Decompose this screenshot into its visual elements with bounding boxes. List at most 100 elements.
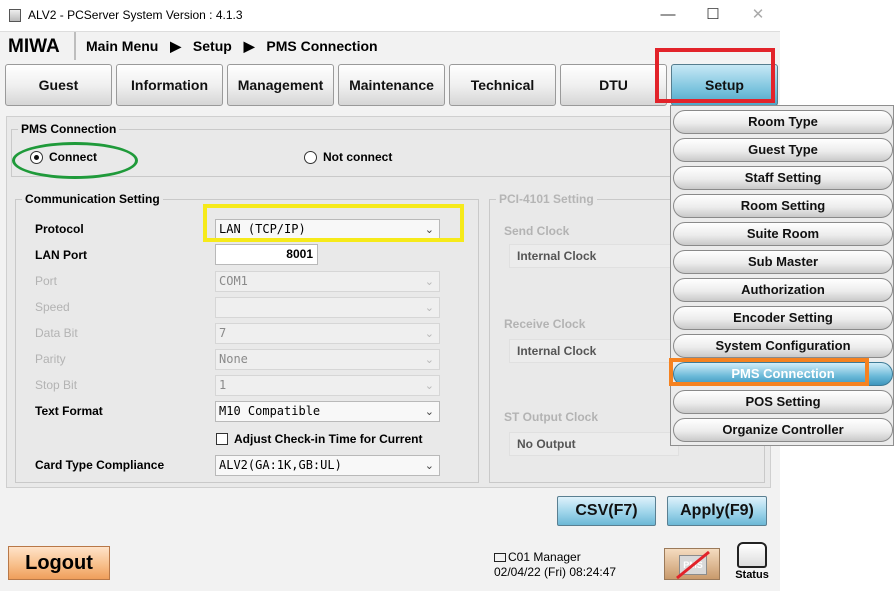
current-datetime: 02/04/22 (Fri) 08:24:47 [494, 565, 617, 579]
chevron-down-icon: ⌄ [424, 301, 434, 314]
chevron-down-icon: ⌄ [424, 353, 434, 366]
logout-button[interactable]: Logout [8, 546, 110, 580]
send-clock-label: Send Clock [504, 224, 570, 238]
breadcrumb-arrow-icon: ▶ [170, 38, 182, 54]
app-icon [9, 9, 21, 22]
pms-status-icon[interactable]: PMS [664, 548, 720, 580]
breadcrumb-main-menu[interactable]: Main Menu [86, 38, 158, 54]
app-header: MIWA Main Menu ▶ Setup ▶ PMS Connection [0, 31, 780, 61]
close-button[interactable]: ✕ [740, 4, 776, 26]
radio-unselected-icon [304, 150, 317, 164]
port-label: Port [35, 274, 58, 288]
parity-value: None [219, 352, 248, 366]
breadcrumb-pms-connection: PMS Connection [266, 38, 378, 54]
text-format-select[interactable]: M10 Compatible ⌄ [215, 401, 440, 422]
card-type-select[interactable]: ALV2(GA:1K,GB:UL) ⌄ [215, 455, 440, 476]
radio-connect-label: Connect [49, 150, 97, 164]
breadcrumb: Main Menu ▶ Setup ▶ PMS Connection [86, 38, 386, 55]
menu-item-guest-type[interactable]: Guest Type [673, 138, 893, 162]
device-icon [737, 542, 767, 568]
minimize-button[interactable]: — [650, 4, 686, 26]
text-format-label: Text Format [35, 404, 103, 418]
speed-label: Speed [35, 300, 70, 314]
radio-connect[interactable]: Connect [30, 150, 97, 164]
pms-connection-group: PMS Connection Connect Not connect [11, 122, 761, 177]
parity-select: None ⌄ [215, 349, 440, 370]
menu-item-organize-controller[interactable]: Organize Controller [673, 418, 893, 442]
radio-selected-icon [30, 150, 43, 164]
csv-button[interactable]: CSV(F7) [557, 496, 656, 526]
menu-item-staff-setting[interactable]: Staff Setting [673, 166, 893, 190]
data-bit-label: Data Bit [35, 326, 78, 340]
lan-port-input[interactable]: 8001 [215, 244, 318, 265]
data-bit-select: 7 ⌄ [215, 323, 440, 344]
menu-item-room-setting[interactable]: Room Setting [673, 194, 893, 218]
menu-item-suite-room[interactable]: Suite Room [673, 222, 893, 246]
protocol-select[interactable]: LAN (TCP/IP) ⌄ [215, 219, 440, 240]
st-output-field: No Output [509, 432, 679, 456]
window-title: ALV2 - PCServer System Version : 4.1.3 [28, 8, 243, 22]
menu-item-room-type[interactable]: Room Type [673, 110, 893, 134]
adjust-checkin-label: Adjust Check-in Time for Current [234, 432, 423, 446]
tab-technical[interactable]: Technical [449, 64, 556, 106]
breadcrumb-setup[interactable]: Setup [193, 38, 232, 54]
protocol-label: Protocol [35, 222, 84, 236]
parity-label: Parity [35, 352, 66, 366]
title-bar: ALV2 - PCServer System Version : 4.1.3 —… [0, 0, 780, 31]
checkbox-unchecked-icon [216, 433, 228, 445]
stop-bit-value: 1 [219, 378, 227, 392]
pms-connection-title: PMS Connection [18, 122, 120, 136]
protocol-value: LAN (TCP/IP) [219, 222, 306, 236]
tab-bar: Guest Information Management Maintenance… [0, 60, 780, 110]
receive-clock-label: Receive Clock [504, 317, 586, 331]
chevron-down-icon: ⌄ [424, 379, 434, 392]
lan-port-label: LAN Port [35, 248, 87, 262]
menu-item-pos-setting[interactable]: POS Setting [673, 390, 893, 414]
adjust-checkin-checkbox[interactable]: Adjust Check-in Time for Current [216, 432, 422, 446]
computer-icon [494, 553, 506, 562]
breadcrumb-arrow-icon: ▶ [243, 38, 255, 54]
tab-setup[interactable]: Setup [671, 64, 778, 106]
setup-menu: Room Type Guest Type Staff Setting Room … [670, 105, 894, 446]
pci-setting-title: PCI-4101 Setting [496, 192, 597, 206]
brand-logo: MIWA [0, 32, 76, 61]
data-bit-value: 7 [219, 326, 227, 340]
port-value: COM1 [219, 274, 248, 288]
communication-setting-title: Communication Setting [22, 192, 163, 206]
send-clock-field: Internal Clock [509, 244, 679, 268]
app-window: ALV2 - PCServer System Version : 4.1.3 —… [0, 0, 894, 591]
tab-guest[interactable]: Guest [5, 64, 112, 106]
menu-item-sub-master[interactable]: Sub Master [673, 250, 893, 274]
speed-select: ⌄ [215, 297, 440, 318]
menu-item-authorization[interactable]: Authorization [673, 278, 893, 302]
chevron-down-icon: ⌄ [424, 405, 434, 418]
text-format-value: M10 Compatible [219, 404, 321, 418]
st-output-label: ST Output Clock [504, 410, 598, 424]
stop-bit-label: Stop Bit [35, 378, 78, 392]
status-button[interactable]: Status [732, 540, 772, 588]
disconnected-slash-icon [676, 550, 710, 580]
card-type-label: Card Type Compliance [35, 458, 165, 472]
tab-management[interactable]: Management [227, 64, 334, 106]
current-user: C01 Manager [508, 550, 581, 564]
tab-maintenance[interactable]: Maintenance [338, 64, 445, 106]
menu-item-system-configuration[interactable]: System Configuration [673, 334, 893, 358]
main-content: PMS Connection Connect Not connect Commu… [0, 110, 780, 591]
tab-information[interactable]: Information [116, 64, 223, 106]
menu-item-encoder-setting[interactable]: Encoder Setting [673, 306, 893, 330]
chevron-down-icon: ⌄ [424, 327, 434, 340]
maximize-button[interactable]: ☐ [695, 4, 731, 26]
apply-button[interactable]: Apply(F9) [667, 496, 767, 526]
chevron-down-icon: ⌄ [424, 275, 434, 288]
radio-not-connect-label: Not connect [323, 150, 393, 164]
stop-bit-select: 1 ⌄ [215, 375, 440, 396]
chevron-down-icon: ⌄ [424, 223, 434, 236]
radio-not-connect[interactable]: Not connect [304, 150, 392, 164]
status-label: Status [735, 569, 769, 581]
tab-dtu[interactable]: DTU [560, 64, 667, 106]
receive-clock-field: Internal Clock [509, 339, 679, 363]
menu-item-pms-connection[interactable]: PMS Connection [673, 362, 893, 386]
chevron-down-icon: ⌄ [424, 459, 434, 472]
card-type-value: ALV2(GA:1K,GB:UL) [219, 458, 342, 472]
footer-info: C01 Manager 02/04/22 (Fri) 08:24:47 [494, 550, 616, 580]
